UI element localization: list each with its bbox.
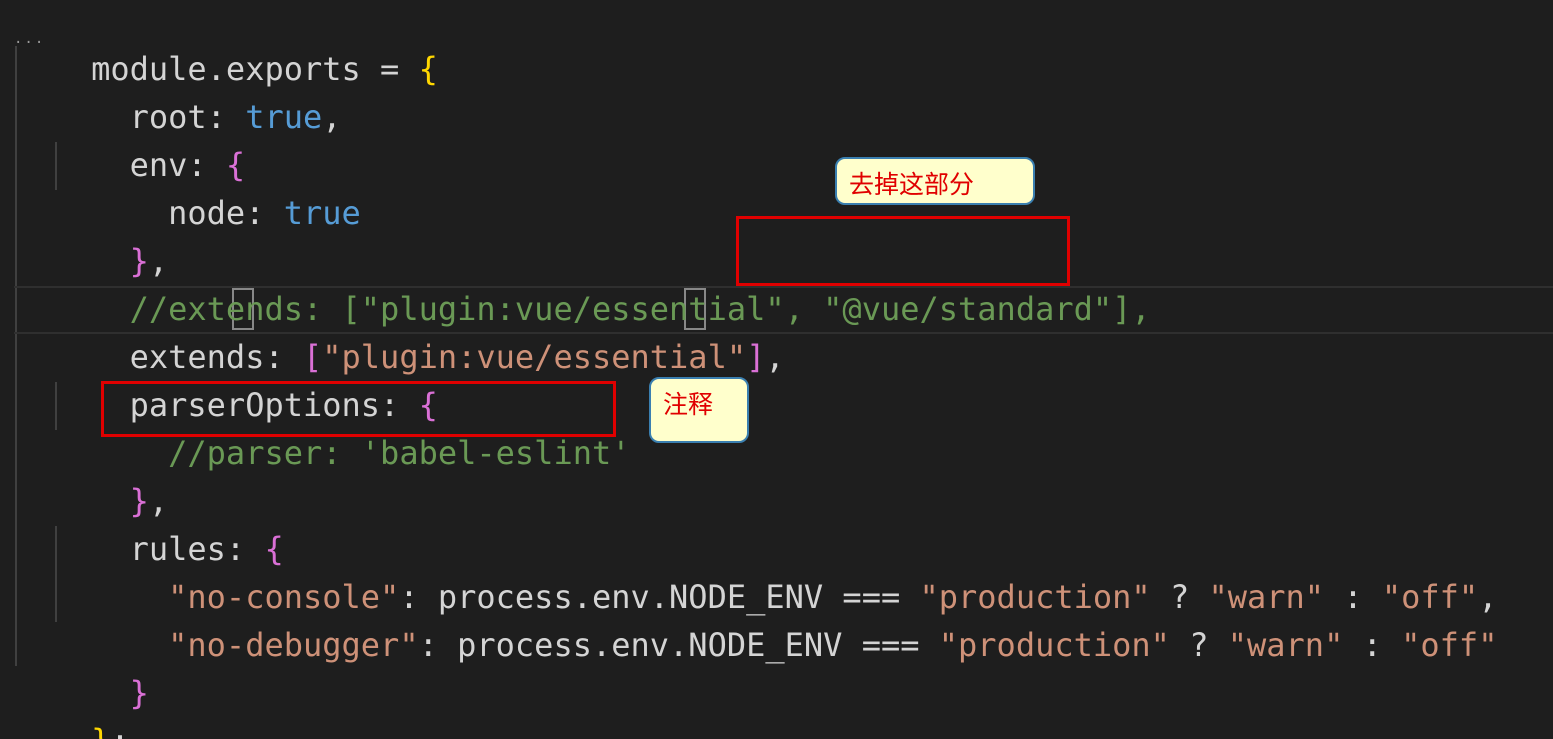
token-string: "warn": [1227, 626, 1344, 664]
token-boolean: true: [283, 194, 361, 232]
code-line-7[interactable]: extends: ["plugin:vue/essential"],: [14, 285, 785, 376]
code-line-11[interactable]: rules: {: [14, 477, 284, 568]
code-line-3[interactable]: env: {: [14, 93, 246, 184]
highlight-box-vue-standard: [736, 216, 1070, 286]
token-bracket: ]: [746, 338, 766, 376]
highlight-box-parser: [101, 381, 616, 437]
token-punct: ,: [765, 338, 785, 376]
token-brace: }: [91, 722, 110, 739]
code-line-5[interactable]: },: [14, 189, 169, 280]
token-operator: ?: [1169, 626, 1228, 664]
code-line-1[interactable]: module.exports = {: [14, 0, 438, 88]
token-punct: ,: [322, 98, 342, 136]
token-string: "no-debugger": [168, 626, 419, 664]
code-editor[interactable]: ... module.exports = { root: true, env: …: [0, 0, 1553, 739]
token-comment: //parser: 'babel-eslint': [168, 434, 631, 472]
code-line-13[interactable]: "no-debugger": process.env.NODE_ENV === …: [14, 573, 1497, 664]
code-line-4[interactable]: node: true: [14, 141, 361, 232]
token-boolean: true: [245, 98, 323, 136]
annotation-note-comment: 注释: [649, 377, 749, 443]
code-line-8[interactable]: parserOptions: {: [14, 333, 438, 424]
code-line-15[interactable]: };: [14, 669, 130, 739]
token-brace: {: [418, 50, 438, 88]
code-line-2[interactable]: root: true,: [14, 45, 342, 136]
annotation-note-remove: 去掉这部分: [835, 157, 1035, 205]
token-brace: }: [129, 674, 149, 712]
code-line-12[interactable]: "no-console": process.env.NODE_ENV === "…: [14, 525, 1497, 616]
code-line-14[interactable]: }: [14, 621, 149, 712]
token-string: "off": [1401, 626, 1498, 664]
token-string: "production": [938, 626, 1170, 664]
token-expression: : process.env.NODE_ENV ===: [418, 626, 939, 664]
token-operator: :: [1343, 626, 1402, 664]
token-punct: ;: [110, 722, 129, 739]
